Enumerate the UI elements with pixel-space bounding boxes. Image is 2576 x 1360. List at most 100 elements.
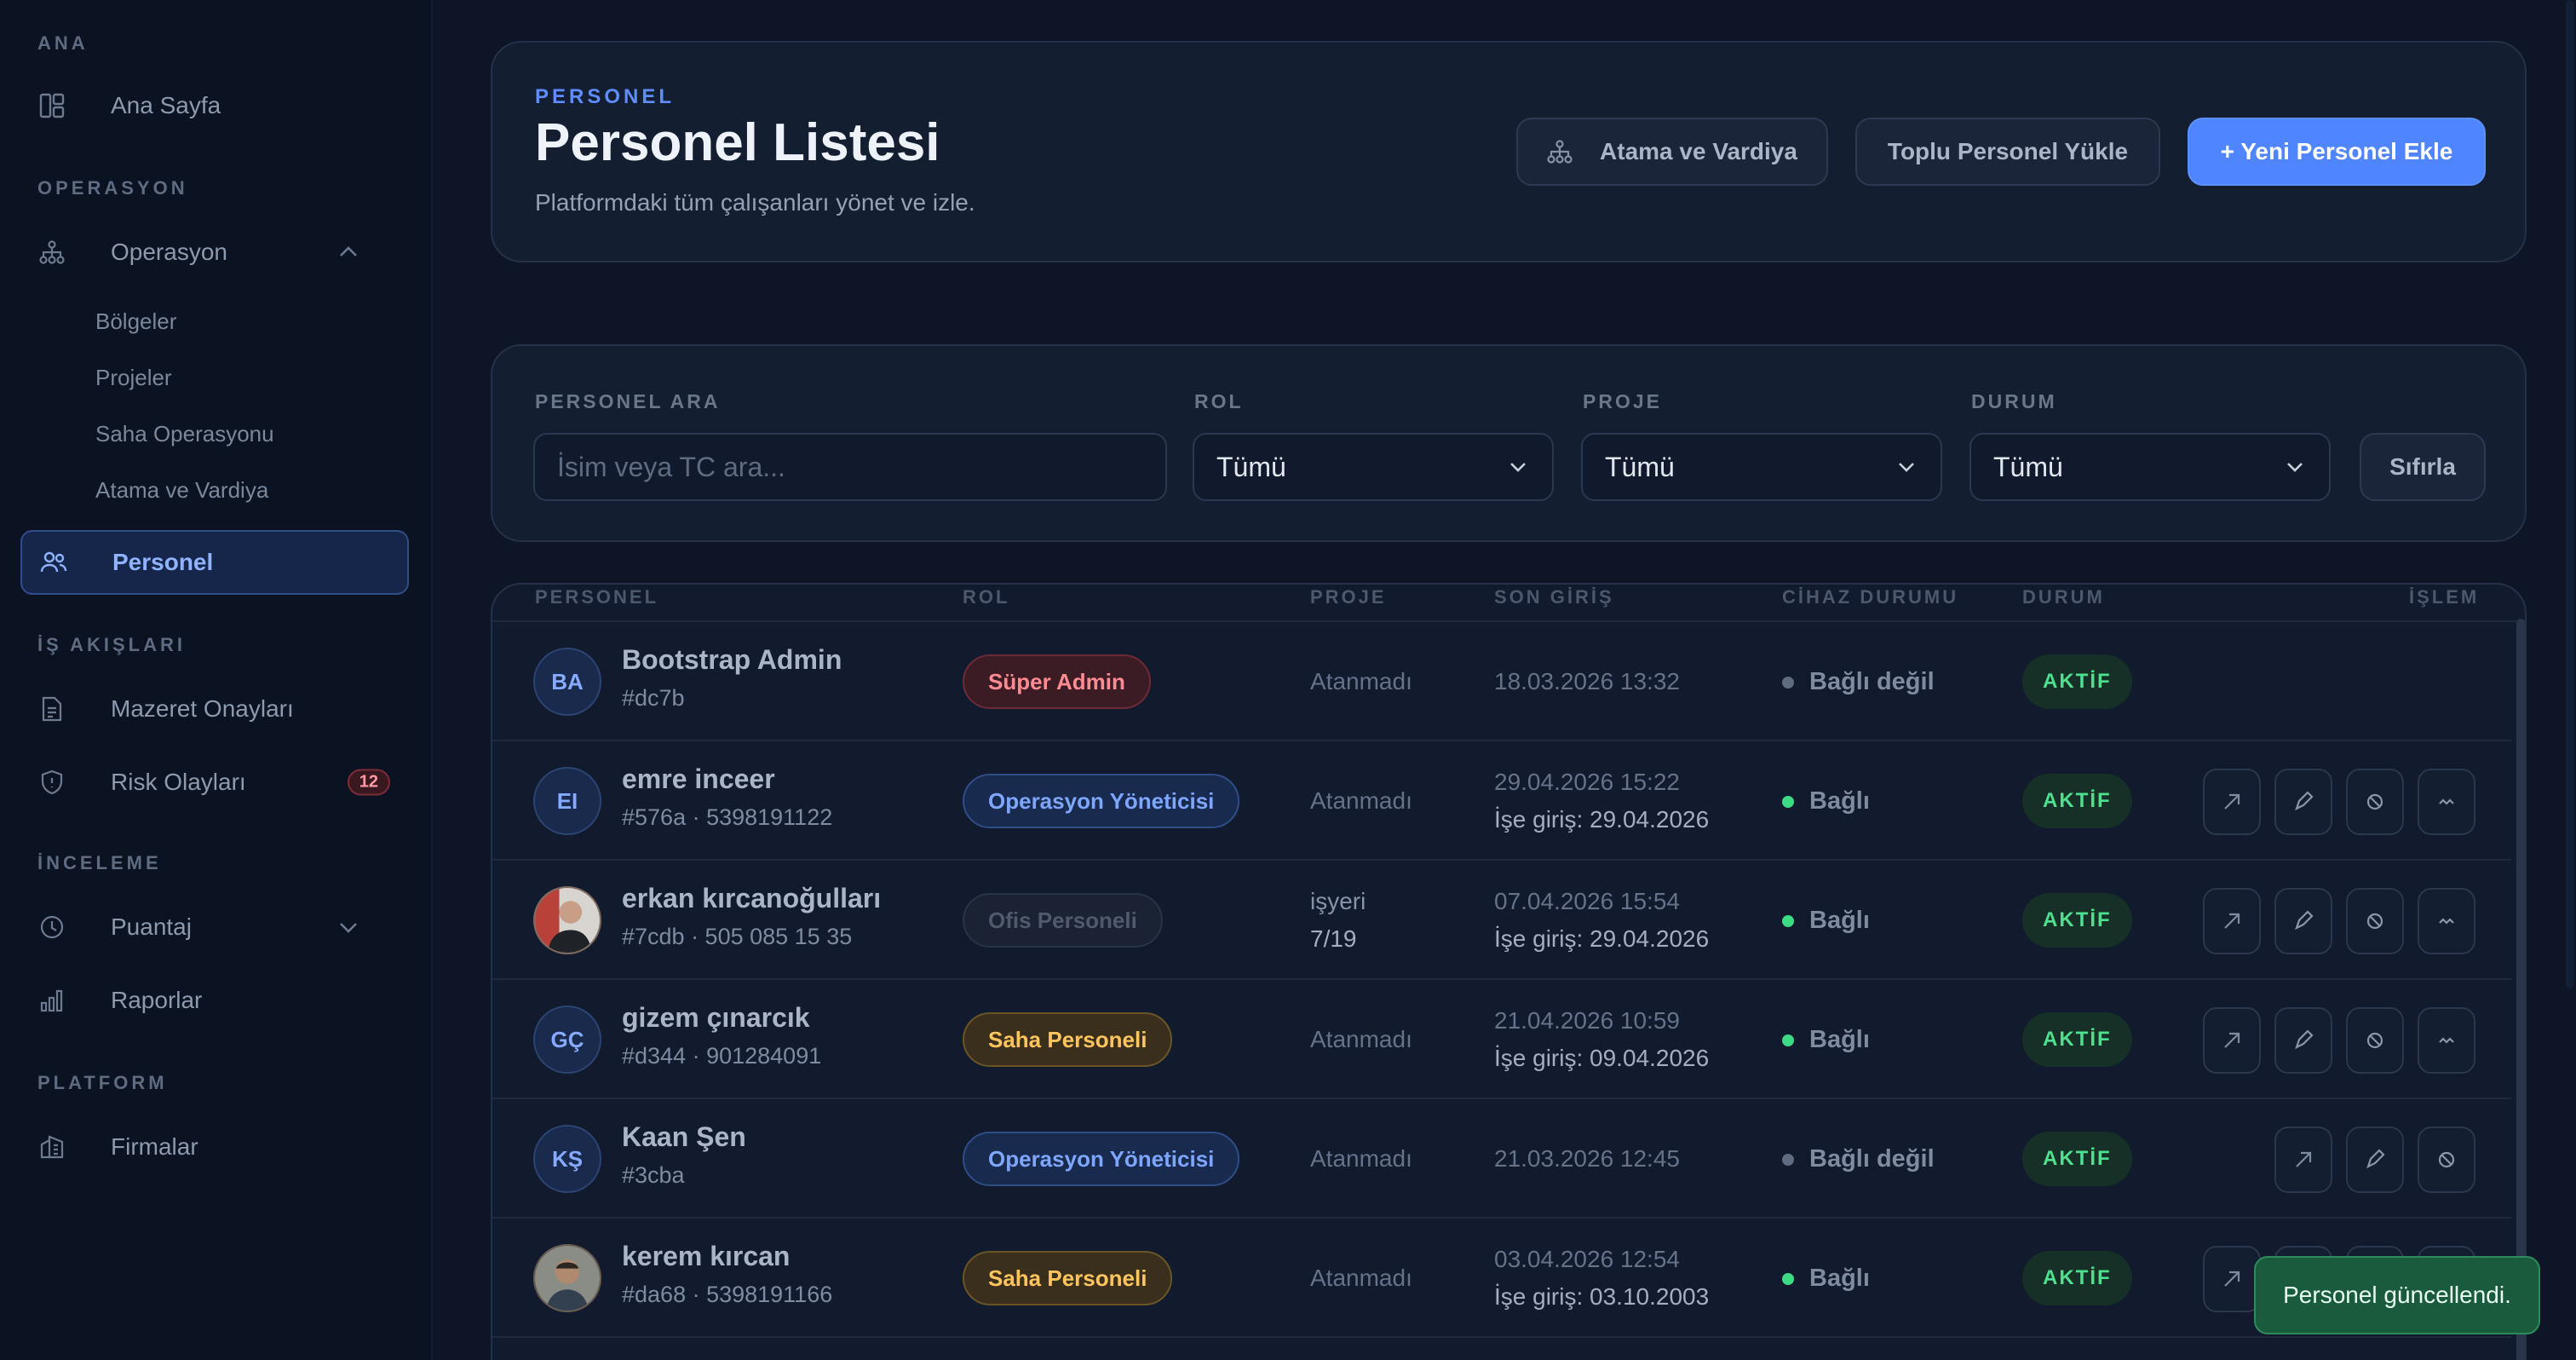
- project-cell: Atanmadı: [1310, 1145, 1412, 1172]
- block-icon: [2438, 1151, 2455, 1168]
- table-row[interactable]: GÇ gizem çınarcık #d344 · 901284091 Saha…: [492, 980, 2511, 1099]
- table-row[interactable]: BA Bootstrap Admin #dc7b Süper Admin Ata…: [492, 622, 2511, 741]
- last-login: 21.03.2026 12:45: [1494, 1145, 1680, 1172]
- hire-date: İşe giriş: 29.04.2026: [1494, 925, 1710, 952]
- search-input[interactable]: İsim veya TC ara...: [533, 433, 1167, 501]
- status-badge: AKTİF: [2022, 893, 2132, 948]
- hire-date: İşe giriş: 03.10.2003: [1494, 1283, 1710, 1310]
- device-status: Bağlı: [1782, 1265, 1870, 1293]
- sidebar-item-firmalar[interactable]: Firmalar: [20, 1115, 409, 1179]
- device-dot: [1782, 1034, 1794, 1046]
- add-personnel-button[interactable]: + Yeni Personel Ekle: [2188, 118, 2486, 186]
- project-filter-label: PROJE: [1583, 390, 1662, 412]
- personnel-name[interactable]: gizem çınarcık: [622, 1002, 810, 1034]
- sidebar-item-label: Operasyon: [111, 239, 227, 265]
- sidebar-subitem-atama-vardiya[interactable]: Atama ve Vardiya: [95, 477, 268, 504]
- unlink-device-button[interactable]: [2418, 1007, 2475, 1074]
- column-header-device: CİHAZ DURUMU: [1782, 586, 1959, 608]
- search-label: PERSONEL ARA: [535, 390, 721, 412]
- table-row[interactable]: EI emre inceer #576a · 5398191122 Operas…: [492, 741, 2511, 861]
- device-status: Bağlı: [1782, 907, 1870, 935]
- avatar: KŞ: [533, 1125, 601, 1193]
- role-badge: Saha Personeli: [963, 1251, 1173, 1305]
- edit-button[interactable]: [2274, 769, 2332, 835]
- dashboard-icon: [37, 91, 66, 120]
- project-select[interactable]: Tümü: [1581, 433, 1942, 501]
- arrow-up-right-icon: [2224, 1271, 2240, 1287]
- document-icon: [37, 694, 66, 723]
- table-header: PERSONEL ROL PROJE SON GİRİŞ CİHAZ DURUM…: [492, 585, 2525, 622]
- project-cell: Atanmadı: [1310, 787, 1412, 814]
- block-icon: [2366, 793, 2383, 810]
- table-row[interactable]: kerem kırcan #da68 · 5398191166 Saha Per…: [492, 1219, 2511, 1338]
- sidebar-item-mazeret[interactable]: Mazeret Onayları: [20, 677, 409, 741]
- deactivate-button[interactable]: [2418, 1127, 2475, 1193]
- bulk-upload-button[interactable]: Toplu Personel Yükle: [1855, 118, 2160, 186]
- edit-button[interactable]: [2274, 1007, 2332, 1074]
- section-platform: PLATFORM: [37, 1072, 168, 1093]
- deactivate-button[interactable]: [2346, 769, 2404, 835]
- sidebar-item-personel[interactable]: Personel: [20, 530, 409, 595]
- avatar: BA: [533, 648, 601, 716]
- status-badge: AKTİF: [2022, 654, 2132, 709]
- chevron-down-icon[interactable]: [336, 914, 361, 940]
- sidebar-item-raporlar[interactable]: Raporlar: [20, 968, 409, 1033]
- edit-button[interactable]: [2274, 888, 2332, 954]
- success-toast: Personel güncellendi.: [2254, 1256, 2540, 1334]
- open-button[interactable]: [2203, 1246, 2261, 1312]
- open-button[interactable]: [2203, 888, 2261, 954]
- page-scrollbar[interactable]: [2566, 0, 2574, 988]
- sidebar-item-label: Risk Olayları: [111, 769, 246, 795]
- edit-button[interactable]: [2346, 1127, 2404, 1193]
- sidebar-subitem-projeler[interactable]: Projeler: [95, 365, 172, 391]
- personnel-name[interactable]: erkan kırcanoğulları: [622, 883, 881, 914]
- sidebar-item-risk[interactable]: Risk Olayları 12: [20, 750, 409, 815]
- chevron-down-icon: [1506, 455, 1530, 479]
- assign-shift-button[interactable]: Atama ve Vardiya: [1516, 118, 1828, 186]
- sidebar-item-ana-sayfa[interactable]: Ana Sayfa: [20, 73, 409, 138]
- open-button[interactable]: [2274, 1127, 2332, 1193]
- chevron-down-icon: [2283, 455, 2307, 479]
- hierarchy-icon: [1547, 139, 1573, 164]
- personnel-name[interactable]: Bootstrap Admin: [622, 644, 842, 676]
- chevron-up-icon[interactable]: [336, 239, 361, 265]
- avatar: GÇ: [533, 1006, 601, 1074]
- personnel-name[interactable]: Kaan Şen: [622, 1121, 746, 1153]
- column-header-last-login: SON GİRİŞ: [1494, 586, 1614, 608]
- unlink-device-button[interactable]: [2418, 769, 2475, 835]
- role-badge: Operasyon Yöneticisi: [963, 1132, 1240, 1186]
- sidebar-item-label: Personel: [112, 549, 214, 575]
- open-button[interactable]: [2203, 1007, 2261, 1074]
- sidebar-item-puantaj[interactable]: Puantaj: [20, 895, 409, 959]
- role-filter-label: ROL: [1194, 390, 1244, 412]
- role-select-value: Tümü: [1216, 451, 1286, 482]
- device-status-label: Bağlı değil: [1809, 1145, 1935, 1173]
- project-cell: işyeri: [1310, 888, 1366, 914]
- sidebar-item-label: Firmalar: [111, 1133, 198, 1160]
- unlink-device-button[interactable]: [2418, 888, 2475, 954]
- sidebar-subitem-saha-operasyonu[interactable]: Saha Operasyonu: [95, 421, 274, 447]
- open-button[interactable]: [2203, 769, 2261, 835]
- sidebar-item-label: Raporlar: [111, 987, 203, 1013]
- reset-button[interactable]: Sıfırla: [2360, 433, 2486, 501]
- shield-icon: [37, 768, 66, 797]
- table-scrollbar[interactable]: [2516, 619, 2525, 1360]
- personnel-meta: #7cdb · 505 085 15 35: [622, 924, 853, 949]
- avatar-photo: [533, 1244, 601, 1312]
- deactivate-button[interactable]: [2346, 1007, 2404, 1074]
- sidebar-item-operasyon[interactable]: Operasyon: [20, 220, 409, 285]
- status-badge: AKTİF: [2022, 1012, 2132, 1067]
- chevron-down-icon: [1895, 455, 1918, 479]
- personnel-name[interactable]: emre inceer: [622, 764, 775, 795]
- table-row[interactable]: KŞ Kaan Şen #3cba Operasyon Yöneticisi A…: [492, 1099, 2511, 1219]
- deactivate-button[interactable]: [2346, 888, 2404, 954]
- status-badge: AKTİF: [2022, 774, 2132, 828]
- status-select[interactable]: Tümü: [1969, 433, 2331, 501]
- column-header-role: ROL: [963, 586, 1010, 608]
- role-badge: Süper Admin: [963, 654, 1151, 709]
- personnel-name[interactable]: kerem kırcan: [622, 1241, 790, 1272]
- table-row[interactable]: erkan kırcanoğulları #7cdb · 505 085 15 …: [492, 861, 2511, 980]
- role-select[interactable]: Tümü: [1193, 433, 1554, 501]
- sidebar-subitem-bolgeler[interactable]: Bölgeler: [95, 308, 176, 335]
- status-badge: AKTİF: [2022, 1251, 2132, 1305]
